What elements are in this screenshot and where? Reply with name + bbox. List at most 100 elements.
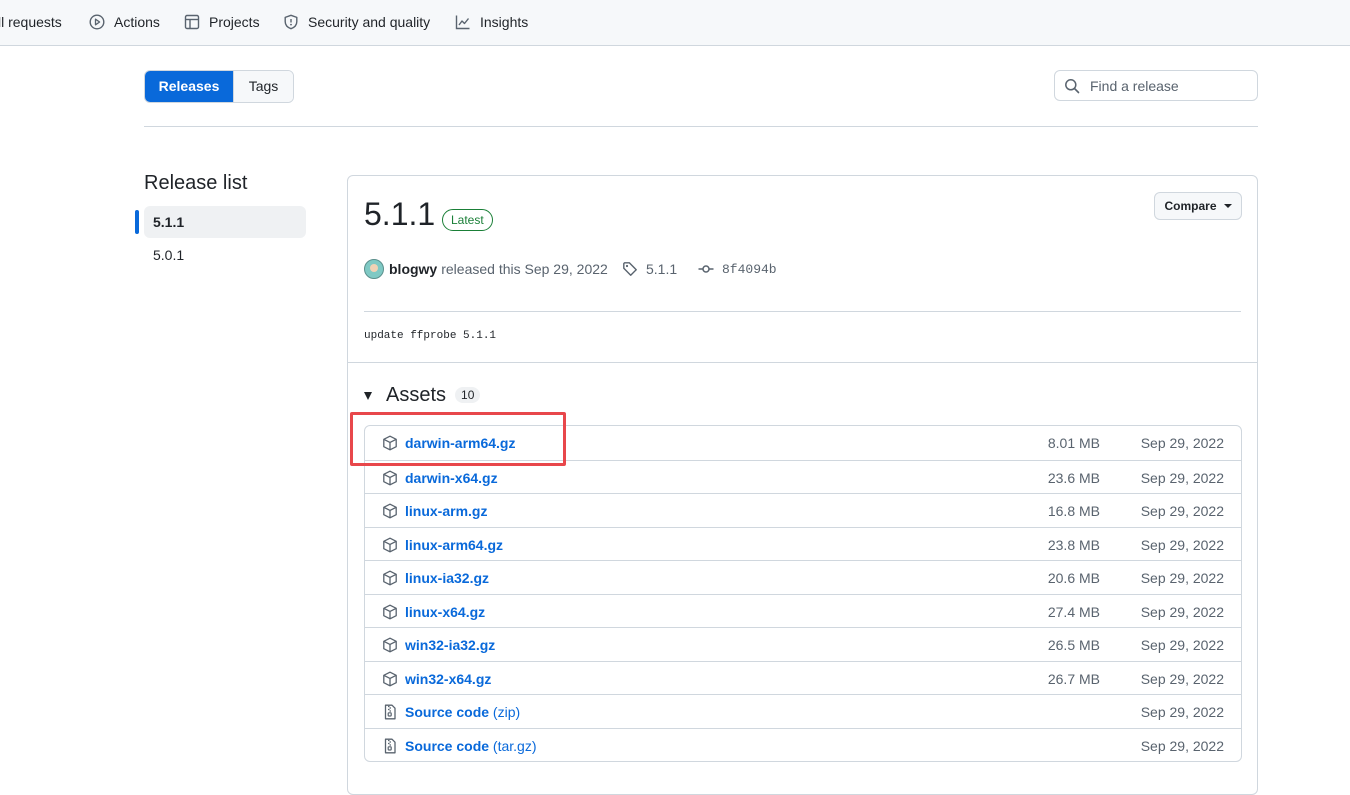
releases-tags-switch: Releases Tags [144, 70, 294, 103]
asset-link[interactable]: linux-x64.gz [405, 604, 485, 620]
nav-actions[interactable]: Actions [89, 12, 160, 32]
find-release-input[interactable] [1088, 76, 1242, 95]
release-list-title: Release list [144, 172, 248, 194]
asset-row[interactable]: linux-arm.gz 16.8 MB Sep 29, 2022 [365, 493, 1241, 527]
asset-date: Sep 29, 2022 [1140, 503, 1224, 519]
asset-date: Sep 29, 2022 [1140, 637, 1224, 653]
commit-icon [698, 265, 714, 273]
release-tag-meta[interactable]: 5.1.1 [622, 259, 677, 279]
package-icon [382, 570, 398, 586]
asset-link[interactable]: Source code (tar.gz) [405, 738, 537, 754]
latest-badge: Latest [442, 209, 493, 231]
asset-row[interactable]: Source code (tar.gz) Sep 29, 2022 [365, 727, 1241, 762]
nav-insights-label: Insights [480, 14, 529, 30]
asset-date: Sep 29, 2022 [1140, 670, 1224, 687]
highlight-annotation-box [350, 412, 566, 466]
nav-pull-requests-label: ll requests [0, 14, 62, 30]
assets-toggle[interactable]: Assets 10 [364, 383, 481, 407]
tag-label: 5.1.1 [646, 261, 678, 277]
asset-size: 20.6 MB [1047, 570, 1100, 586]
package-icon [382, 537, 398, 553]
asset-name: linux-x64.gz [405, 603, 486, 620]
asset-row[interactable]: win32-ia32.gz 26.5 MB Sep 29, 2022 [365, 627, 1241, 661]
tags-tab[interactable]: Tags [233, 71, 293, 102]
asset-name: win32-ia32.gz [405, 637, 496, 653]
asset-row[interactable]: linux-arm64.gz 23.8 MB Sep 29, 2022 [365, 526, 1241, 561]
shield-icon [284, 14, 298, 30]
asset-date: Sep 29, 2022 [1140, 704, 1224, 720]
nav-projects-label: Projects [209, 14, 260, 30]
assets-divider [347, 362, 1258, 363]
assets-list: darwin-arm64.gz 8.01 MB Sep 29, 2022 darwin… [364, 425, 1242, 762]
file-zip-icon [382, 704, 398, 720]
asset-size: 26.7 MB [1047, 670, 1100, 687]
asset-link[interactable]: darwin-x64.gz [405, 470, 498, 486]
release-list-active-indicator [135, 210, 139, 234]
asset-row[interactable]: linux-ia32.gz 20.6 MB Sep 29, 2022 [365, 560, 1241, 594]
asset-link[interactable]: linux-arm.gz [405, 503, 487, 519]
nav-security-label: Security and quality [308, 14, 431, 30]
package-icon [382, 503, 398, 519]
assets-count: 10 [455, 387, 481, 403]
release-description: update ffprobe 5.1.1 [364, 330, 497, 342]
asset-ext: (tar.gz) [492, 737, 537, 754]
asset-row[interactable]: win32-x64.gz 26.7 MB Sep 29, 2022 [365, 660, 1241, 695]
author-link[interactable]: blogwy [389, 261, 437, 277]
asset-size: 23.6 MB [1047, 469, 1100, 486]
graph-icon [455, 15, 470, 30]
asset-date: Sep 29, 2022 [1140, 435, 1224, 451]
asset-date: Sep 29, 2022 [1140, 469, 1224, 486]
triangle-down-icon [364, 392, 372, 400]
nav-actions-label: Actions [114, 14, 160, 30]
toolbar-divider [144, 126, 1258, 127]
package-icon [382, 470, 398, 486]
release-list-item-5-0-1[interactable]: 5.0.1 [144, 239, 306, 271]
asset-row[interactable]: linux-x64.gz 27.4 MB Sep 29, 2022 [365, 593, 1241, 628]
search-icon [1065, 78, 1080, 93]
tag-icon [623, 262, 637, 276]
nav-insights[interactable]: Insights [455, 12, 528, 32]
asset-link[interactable]: Source code (zip) [405, 704, 520, 720]
release-commit-meta[interactable]: 8f4094b [698, 259, 777, 279]
asset-size: 26.5 MB [1047, 637, 1100, 653]
asset-date: Sep 29, 2022 [1140, 570, 1224, 586]
released-text: released this Sep 29, 2022 [441, 261, 608, 277]
play-icon [89, 14, 105, 30]
asset-link[interactable]: win32-ia32.gz [405, 637, 495, 653]
asset-date: Sep 29, 2022 [1140, 737, 1224, 754]
commit-hash: 8f4094b [722, 261, 777, 277]
asset-date: Sep 29, 2022 [1140, 536, 1224, 553]
asset-date: Sep 29, 2022 [1140, 603, 1224, 620]
release-version[interactable]: 5.1.1 [364, 196, 435, 233]
avatar[interactable] [364, 259, 384, 279]
asset-ext: (zip) [492, 704, 521, 720]
nav-pull-requests[interactable]: ll requests [0, 12, 62, 32]
release-header-divider [364, 311, 1241, 312]
file-zip-icon [382, 738, 398, 754]
compare-label: Compare [1164, 199, 1217, 213]
release-list-item-5-1-1[interactable]: 5.1.1 [144, 206, 306, 238]
asset-name: darwin-x64.gz [405, 469, 498, 486]
compare-button[interactable]: Compare [1154, 192, 1242, 220]
asset-name: linux-ia32.gz [405, 570, 490, 586]
asset-name: Source code [405, 737, 490, 754]
release-author-meta: blogwy released this Sep 29, 2022 [364, 259, 608, 279]
asset-name: Source code [405, 704, 490, 720]
asset-link[interactable]: win32-x64.gz [405, 671, 491, 687]
releases-tab[interactable]: Releases [145, 71, 233, 102]
caret-down-icon [1223, 204, 1232, 208]
find-release-search [1054, 70, 1258, 101]
nav-projects[interactable]: Projects [184, 12, 260, 32]
assets-title: Assets [386, 383, 447, 406]
asset-name: win32-x64.gz [405, 670, 492, 687]
package-icon [382, 604, 398, 620]
asset-link[interactable]: linux-arm64.gz [405, 537, 503, 553]
asset-link[interactable]: linux-ia32.gz [405, 570, 489, 586]
asset-size: 27.4 MB [1047, 603, 1100, 620]
asset-size: 8.01 MB [1047, 435, 1100, 451]
nav-security[interactable]: Security and quality [283, 12, 430, 32]
asset-name: linux-arm.gz [405, 503, 488, 519]
asset-row[interactable]: Source code (zip) Sep 29, 2022 [365, 694, 1241, 728]
repo-nav: ll requests Actions Projects Security an… [0, 0, 1350, 46]
asset-size: 23.8 MB [1047, 536, 1100, 553]
